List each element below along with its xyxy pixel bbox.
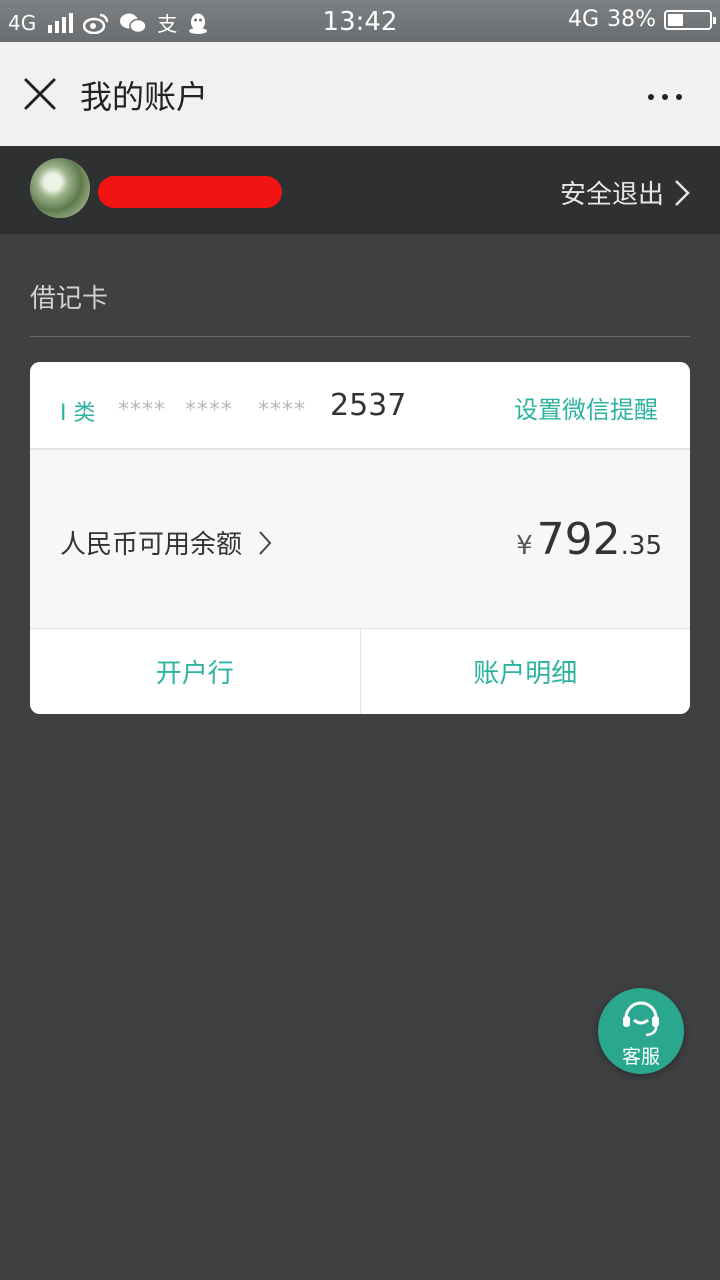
balance-amount: ¥792.35 [516,514,662,565]
avatar[interactable] [30,158,90,218]
battery-icon [664,9,716,30]
card-number-mask: **** [258,398,306,423]
headset-icon [623,1001,659,1037]
card-type-label: I 类 [60,401,96,426]
title-bar: 我的账户 [0,42,720,146]
redacted-username [98,176,282,208]
chevron-right-icon [675,179,690,206]
card-header: I 类 **** **** **** 2537 设置微信提醒 [30,362,690,450]
battery-percent: 38% [607,7,656,32]
account-details-button[interactable]: 账户明细 [359,629,691,714]
section-title: 借记卡 [30,284,109,314]
balance-section[interactable]: 人民币可用余额 ¥792.35 [30,450,690,629]
amount-decimal: .35 [620,531,662,561]
logout-label: 安全退出 [559,180,664,210]
close-icon[interactable] [22,76,58,112]
customer-service-button[interactable]: 客服 [598,988,684,1074]
logout-button[interactable]: 安全退出 [560,174,690,211]
chevron-right-icon [259,530,272,555]
currency-symbol: ¥ [516,531,533,561]
card-number-mask: **** [118,398,166,423]
more-icon[interactable] [648,94,682,100]
card-actions: 开户行 账户明细 [30,629,690,714]
status-bar: 4G 支 13:42 4G 38% [0,0,720,42]
network-type-right: 4G [568,7,600,32]
more-dot [676,94,682,100]
section-divider [30,336,690,337]
account-card: I 类 **** **** **** 2537 设置微信提醒 人民币可用余额 ¥… [30,362,690,714]
balance-label: 人民币可用余额 [60,530,243,560]
wechat-reminder-link[interactable]: 设置微信提醒 [514,390,658,425]
more-dot [662,94,668,100]
card-last-four: 2537 [330,388,407,423]
user-row: 安全退出 [0,146,720,234]
status-right: 4G 38% [568,7,716,32]
more-dot [648,94,654,100]
balance-row[interactable]: 人民币可用余额 [60,524,272,561]
amount-integer: 792 [536,514,621,565]
battery-fill [668,13,684,26]
card-number-mask: **** [185,398,233,423]
page-title: 我的账户 [80,78,209,116]
opening-bank-button[interactable]: 开户行 [30,629,360,714]
customer-service-label: 客服 [621,1046,660,1068]
